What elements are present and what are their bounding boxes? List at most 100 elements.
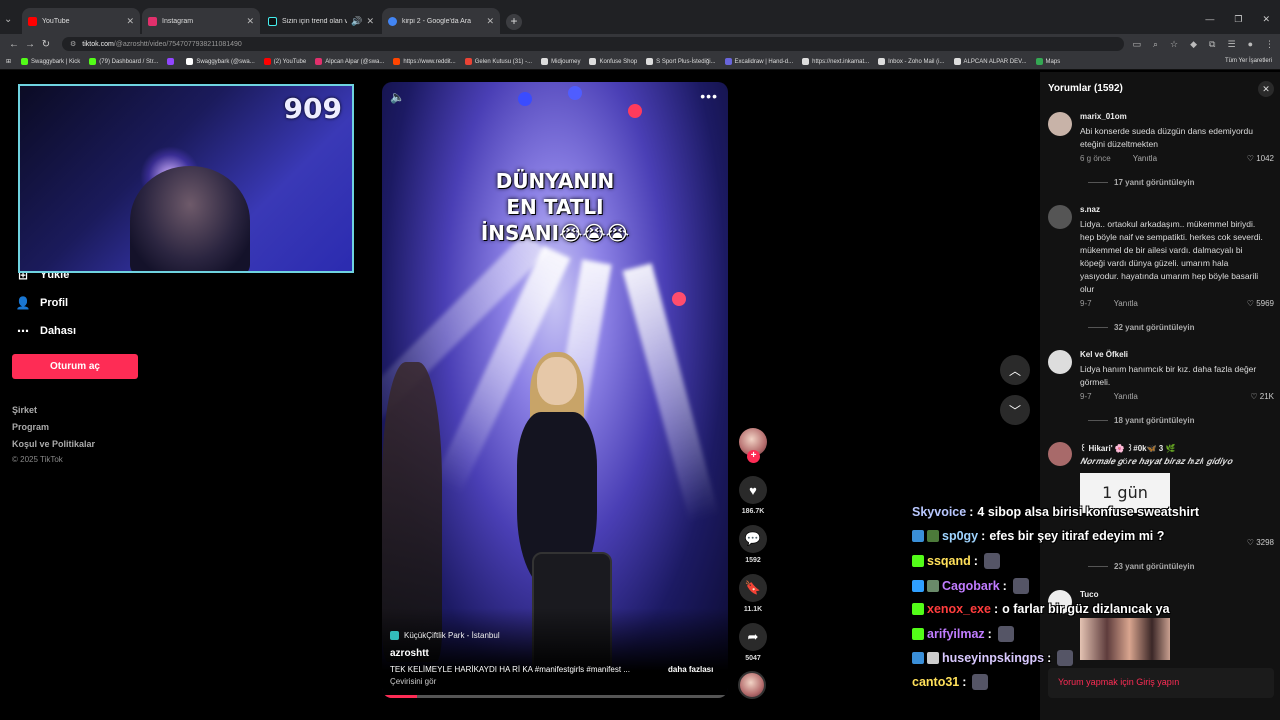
view-replies-button[interactable]: 17 yanıt görüntüleyin: [1088, 178, 1194, 187]
close-tab-icon[interactable]: ✕: [366, 16, 374, 27]
sidebar-item-profile[interactable]: 👤 Profil: [14, 296, 69, 310]
reply-button[interactable]: Yanıtla: [1133, 154, 1157, 163]
bookmark-item[interactable]: https://www.reddit...: [393, 58, 456, 65]
bookmark-item[interactable]: Inbox - Zoho Mail (i...: [878, 58, 945, 65]
view-replies-button[interactable]: 18 yanıt görüntüleyin: [1088, 416, 1194, 425]
next-video-button[interactable]: ﹀: [1000, 395, 1030, 425]
browser-tab-bar: ⌄ YouTube ✕ Instagram ✕ Sizin için trend…: [0, 0, 1280, 34]
close-window-icon[interactable]: ✕: [1262, 14, 1270, 25]
previous-video-button[interactable]: ︿: [1000, 355, 1030, 385]
tab-youtube[interactable]: YouTube ✕: [22, 8, 140, 34]
like-count: 3298: [1256, 538, 1274, 547]
reply-button[interactable]: Yanıtla: [1114, 392, 1138, 401]
close-comments-icon[interactable]: ✕: [1258, 81, 1274, 97]
bookmark-item[interactable]: (79) Dashboard / Str...: [89, 58, 158, 65]
bookmark-item[interactable]: Alpcan Alpar (@swa...: [315, 58, 384, 65]
new-tab-button[interactable]: +: [506, 14, 522, 30]
bookmark-item[interactable]: Swaggybark (@swa...: [186, 58, 255, 65]
avatar[interactable]: [1048, 205, 1072, 229]
avatar[interactable]: [1048, 350, 1072, 374]
bookmark-item[interactable]: Gelen Kutusu (31) -...: [464, 58, 532, 65]
bookmark-item[interactable]: (2) YouTube: [263, 58, 306, 65]
back-icon[interactable]: ←: [6, 39, 22, 50]
bookmark-item[interactable]: ALPCAN ALPAR DEV...: [953, 58, 1027, 65]
chat-separator: :: [1002, 578, 1007, 593]
comment-like[interactable]: ♡ 21K: [1250, 392, 1274, 401]
video-location[interactable]: KüçükÇiftlik Park - İstanbul: [390, 631, 500, 640]
comment-like[interactable]: ♡ 5969: [1247, 299, 1274, 308]
follow-plus-icon[interactable]: +: [747, 450, 760, 463]
cast-icon[interactable]: ▭: [1132, 39, 1141, 50]
like-button[interactable]: ♥ 186.7K: [739, 476, 767, 515]
close-tab-icon[interactable]: ✕: [486, 16, 494, 27]
close-tab-icon[interactable]: ✕: [246, 16, 254, 27]
star-icon[interactable]: ☆: [1170, 39, 1178, 50]
like-count: 186.7K: [741, 508, 765, 515]
bookmark-button[interactable]: 🔖 11.1K: [739, 574, 767, 613]
sidebar-icon[interactable]: ☰: [1227, 39, 1235, 50]
menu-icon[interactable]: ⋮: [1265, 39, 1274, 50]
bookmark-item[interactable]: https://next.inkamat...: [802, 58, 869, 65]
view-replies-button[interactable]: 23 yanıt görüntüleyin: [1088, 562, 1194, 571]
puzzle-icon[interactable]: ⧉: [1209, 39, 1215, 50]
comment-image[interactable]: [1080, 618, 1170, 660]
minimize-icon[interactable]: —: [1205, 14, 1214, 25]
tab-instagram[interactable]: Instagram ✕: [142, 8, 260, 34]
zoom-icon[interactable]: ⌕: [1153, 39, 1158, 50]
caption-more-link[interactable]: daha fazlası: [668, 665, 713, 674]
footer-link-terms[interactable]: Koşul ve Politikalar: [12, 439, 95, 449]
video-author[interactable]: azroshtt: [390, 648, 429, 659]
bookmark-label: Midjourney: [551, 58, 581, 65]
comment-user[interactable]: s.naz: [1080, 205, 1100, 214]
chat-separator: :: [973, 554, 978, 569]
footer-link-company[interactable]: Şirket: [12, 405, 37, 415]
comment-user[interactable]: ꒰ Hikari' 🌸 ꒱#0k🦋 3 🌿: [1080, 442, 1175, 453]
profile-icon[interactable]: ●: [1248, 39, 1253, 50]
share-button[interactable]: ➦ 5047: [739, 623, 767, 662]
webcam-counter: 909: [283, 92, 342, 125]
bookmark-item[interactable]: Swaggybark | Kick: [21, 58, 80, 65]
video-player[interactable]: DÜNYANIN EN TATLI İNSANI😭😭😭 🔈 ••• KüçükÇ…: [382, 82, 728, 698]
tab-title: kirpi 2 - Google'da Ara: [402, 17, 472, 25]
video-progress-bar[interactable]: [382, 695, 728, 698]
creator-avatar[interactable]: +: [739, 428, 767, 463]
site-info-icon[interactable]: ⚙: [70, 40, 76, 48]
tab-search-icon[interactable]: ⌄: [4, 14, 12, 25]
bookmark-item[interactable]: Excalidraw | Hand-d...: [724, 58, 793, 65]
sound-avatar[interactable]: [738, 671, 766, 699]
footer-link-program[interactable]: Program: [12, 422, 49, 432]
sidebar-item-more[interactable]: ⋯ Dahası: [14, 324, 76, 338]
apps-icon[interactable]: ⊞: [6, 58, 11, 65]
login-to-comment[interactable]: Yorum yapmak için Giriş yapın: [1048, 668, 1274, 698]
translate-link[interactable]: Çevirisini gör: [390, 677, 436, 686]
bookmark-item[interactable]: Midjourney: [541, 58, 580, 65]
maximize-icon[interactable]: ❐: [1234, 14, 1242, 25]
url-input[interactable]: ⚙ tiktok.com /@azroshtt/video/7547077938…: [62, 37, 1125, 51]
all-bookmarks[interactable]: Tüm Yer İşaretleri: [1225, 58, 1272, 64]
close-tab-icon[interactable]: ✕: [126, 16, 134, 27]
comment-user[interactable]: marix_01om: [1080, 112, 1127, 121]
avatar[interactable]: [1048, 112, 1072, 136]
bookmark-item[interactable]: Konfuse Shop: [589, 58, 637, 65]
bookmark-item[interactable]: [167, 58, 177, 65]
volume-icon[interactable]: 🔈: [390, 90, 405, 104]
view-replies-button[interactable]: 32 yanıt görüntüleyin: [1088, 323, 1194, 332]
chat-message: sp0gy: efes bir şey itiraf edeyim mi ?: [912, 529, 1164, 543]
forward-icon[interactable]: →: [22, 39, 38, 50]
comment-like[interactable]: ♡ 1042: [1247, 154, 1274, 163]
comment-like[interactable]: ♡ 3298: [1247, 538, 1274, 547]
comment-user[interactable]: Tuco: [1080, 590, 1099, 599]
avatar[interactable]: [1048, 442, 1072, 466]
bookmark-item[interactable]: S Sport Plus-İstediği...: [646, 58, 716, 65]
extension-icon[interactable]: ◆: [1190, 39, 1197, 50]
tab-google[interactable]: kirpi 2 - Google'da Ara ✕: [382, 8, 500, 34]
comment-button[interactable]: 💬 1592: [739, 525, 767, 564]
reply-button[interactable]: Yanıtla: [1114, 299, 1138, 308]
speaker-icon[interactable]: 🔊: [351, 16, 362, 27]
tab-tiktok[interactable]: Sizin için trend olan videola 🔊 ✕: [262, 8, 380, 34]
login-button[interactable]: Oturum aç: [12, 354, 138, 379]
comment-user[interactable]: Kel ve Öfkeli: [1080, 350, 1128, 359]
bookmark-item[interactable]: Maps: [1035, 58, 1060, 65]
more-options-icon[interactable]: •••: [700, 88, 718, 104]
reload-icon[interactable]: ↻: [38, 39, 54, 50]
